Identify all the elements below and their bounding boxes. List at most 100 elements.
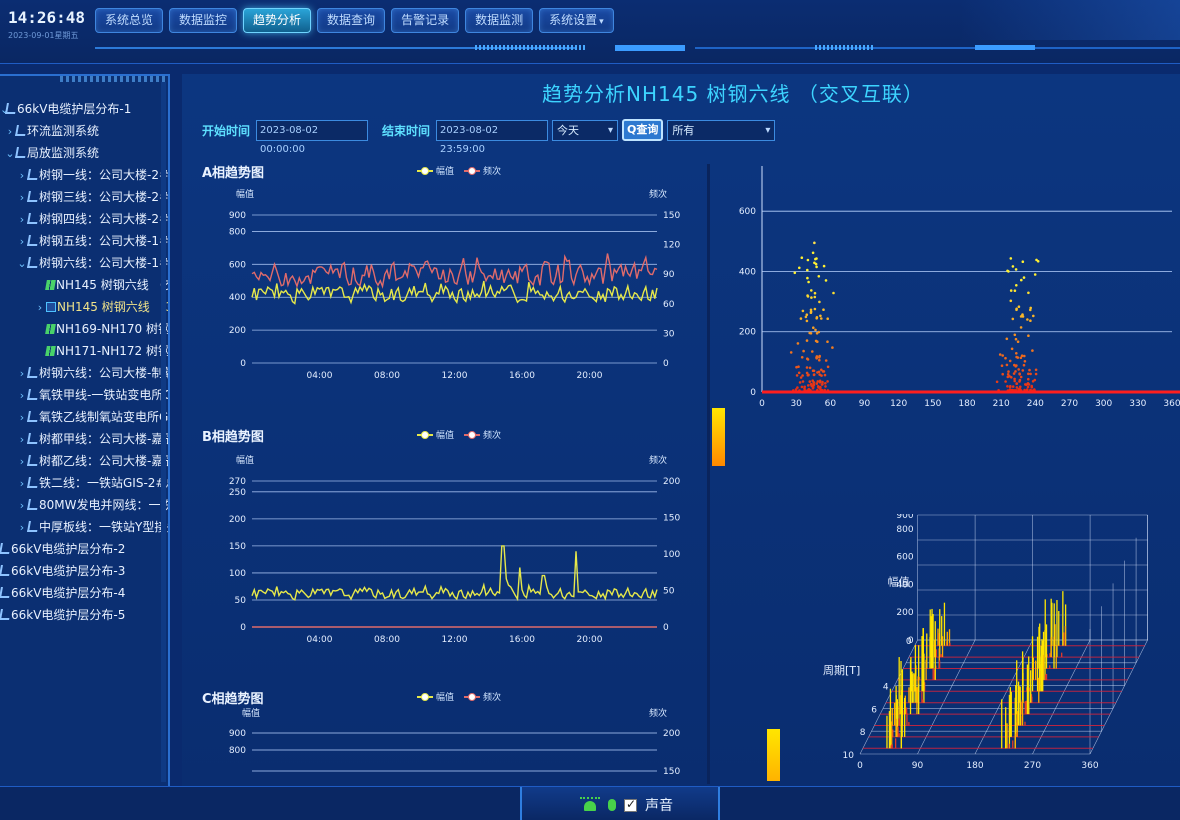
range-select[interactable]: 今天 <box>552 119 619 141</box>
signal-icon <box>45 324 56 334</box>
chart-b-panel: B相趋势图 幅值 频次 幅值 频次 0 50 100 150 200 250 270 0 50 100… <box>202 426 702 676</box>
chevron-right-icon[interactable]: › <box>16 495 28 516</box>
chevron-right-icon[interactable]: › <box>16 473 28 494</box>
tree-item[interactable]: › 树钢五线：公司大楼-1#总 <box>0 230 168 252</box>
tree-item[interactable]: › 树钢四线：公司大楼-2#总 <box>0 208 168 230</box>
tree-item[interactable]: NH145 树钢六线 （交叉 <box>0 274 168 296</box>
tree-item[interactable]: NH169-NH170 树钢六 <box>0 318 168 340</box>
tree-item[interactable]: 66kV电缆护层分布-3 <box>0 560 168 582</box>
legend-count[interactable]: 频次 <box>464 164 501 177</box>
data-point <box>805 339 809 342</box>
chevron-right-icon[interactable]: › <box>16 231 28 252</box>
data-point <box>1026 318 1029 321</box>
tab-alarm-records[interactable]: 告警记录 <box>391 8 460 33</box>
data-point <box>1009 289 1013 292</box>
data-point <box>1020 278 1023 282</box>
end-time-input[interactable]: 2023-08-02 23:59:00 <box>436 119 549 155</box>
tree-item[interactable]: › 中厚板线：一铁站Y型接头 <box>0 516 168 538</box>
tab-data-detection[interactable]: 数据监测 <box>465 8 534 33</box>
tree-item[interactable]: › 80MW发电并网线：一铁站 <box>0 494 168 516</box>
legend-amplitude[interactable]: 幅值 <box>417 164 454 177</box>
data-point <box>1015 284 1018 287</box>
tree-item[interactable]: › 树都甲线：公司大楼-嘉辰 <box>0 428 168 450</box>
tree-item[interactable]: › 树钢一线：公司大楼-2#总 <box>0 164 168 186</box>
data-point <box>1028 368 1031 372</box>
data-point <box>1022 363 1026 367</box>
chevron-right-icon[interactable]: › <box>16 451 28 472</box>
y-left-tick: 900 <box>229 211 246 221</box>
tree-item[interactable]: › 氧铁乙线制氧站变电所GIS <box>0 406 168 428</box>
data-point <box>1027 372 1030 376</box>
tab-overview[interactable]: 系统总览 <box>95 8 164 33</box>
y-left-label: 幅值 <box>236 188 254 200</box>
x-tick: 08:00 <box>374 635 400 645</box>
legend-count[interactable]: 频次 <box>464 690 501 703</box>
tab-monitoring[interactable]: 数据监控 <box>169 8 238 33</box>
chevron-right-icon[interactable]: › <box>16 209 28 230</box>
chevron-right-icon[interactable]: › <box>4 121 16 142</box>
y-right-tick: 150 <box>663 211 680 221</box>
bottom-bar: 声音 <box>0 786 1180 820</box>
tree-item[interactable]: › NH145 树钢六线 （3 <box>0 296 168 318</box>
tab-trend-analysis[interactable]: 趋势分析 <box>243 8 312 33</box>
tree-item[interactable]: 66kV电缆护层分布-2 <box>0 538 168 560</box>
data-point <box>811 251 815 255</box>
chevron-right-icon[interactable]: › <box>34 297 46 318</box>
sidebar-scrollbar[interactable] <box>161 82 166 782</box>
chevron-right-icon[interactable]: › <box>16 407 28 428</box>
data-point <box>799 317 803 320</box>
chevron-right-icon[interactable]: › <box>16 363 28 384</box>
tree-item[interactable]: › 环流监测系统 <box>0 120 168 142</box>
data-point <box>1026 382 1030 385</box>
data-point <box>813 261 816 265</box>
y-right-tick: 100 <box>663 550 680 560</box>
clock-time: 14:26:48 <box>8 8 86 27</box>
legend-amplitude[interactable]: 幅值 <box>417 690 454 703</box>
legend-amplitude[interactable]: 幅值 <box>417 428 454 441</box>
tree-item[interactable]: › 氧铁甲线-一铁站变电所GIS <box>0 384 168 406</box>
y-tick: 0 <box>750 388 756 398</box>
data-point <box>1011 265 1015 268</box>
y-right-tick: 60 <box>663 300 675 310</box>
data-point <box>1014 268 1018 271</box>
x-tick: 180 <box>958 399 975 409</box>
chevron-right-icon[interactable]: › <box>16 165 28 186</box>
chevron-right-icon[interactable]: › <box>16 187 28 208</box>
tree-item[interactable]: › 树钢三线：公司大楼-2#总 <box>0 186 168 208</box>
tree-item[interactable]: › 树钢六线：公司大楼-制氧 <box>0 362 168 384</box>
legend-count[interactable]: 频次 <box>464 428 501 441</box>
chevron-right-icon[interactable]: › <box>16 429 28 450</box>
data-point <box>824 279 828 282</box>
chevron-right-icon[interactable]: › <box>16 385 28 406</box>
tree-item-label: 66kV电缆护层分布-5 <box>11 608 126 622</box>
chevron-down-icon[interactable]: ⌄ <box>16 253 28 274</box>
alarm-light-icon <box>580 797 600 813</box>
query-button[interactable]: Q查询 <box>622 119 664 141</box>
start-time-input[interactable]: 2023-08-02 00:00:00 <box>256 119 369 155</box>
tree-item[interactable]: 66kV电缆护层分布-4 <box>0 582 168 604</box>
tree-item[interactable]: ⌄ 树钢六线：公司大楼-1#总 <box>0 252 168 274</box>
y-right-tick: 200 <box>663 477 680 487</box>
sound-checkbox[interactable] <box>624 797 637 812</box>
data-point <box>1004 356 1007 360</box>
tree-item[interactable]: 66kV电缆护层分布-5 <box>0 604 168 626</box>
tree-item[interactable]: › 铁二线：一铁站GIS-2#总 <box>0 472 168 494</box>
tree-item[interactable]: ⌄ 66kV电缆护层分布-1 <box>0 98 168 120</box>
tab-data-query[interactable]: 数据查询 <box>317 8 386 33</box>
y-tick: 800 <box>896 525 913 535</box>
y-left-tick: 400 <box>229 293 246 303</box>
data-point <box>816 385 820 388</box>
data-point <box>1016 340 1020 343</box>
chevron-down-icon[interactable]: ⌄ <box>4 143 16 164</box>
y-tick: 200 <box>896 608 913 618</box>
data-point <box>795 365 798 369</box>
tree-item[interactable]: ⌄ 局放监测系统 <box>0 142 168 164</box>
data-point <box>1029 306 1032 310</box>
tree-item[interactable]: › 树都乙线：公司大楼-嘉辰 <box>0 450 168 472</box>
chevron-right-icon[interactable]: › <box>16 517 28 538</box>
tab-system-settings[interactable]: 系统设置 ▾ <box>539 8 614 33</box>
data-point <box>995 380 999 384</box>
data-point <box>813 295 817 299</box>
type-select[interactable]: 所有 <box>667 119 776 141</box>
tree-item[interactable]: NH171-NH172 树钢六 <box>0 340 168 362</box>
